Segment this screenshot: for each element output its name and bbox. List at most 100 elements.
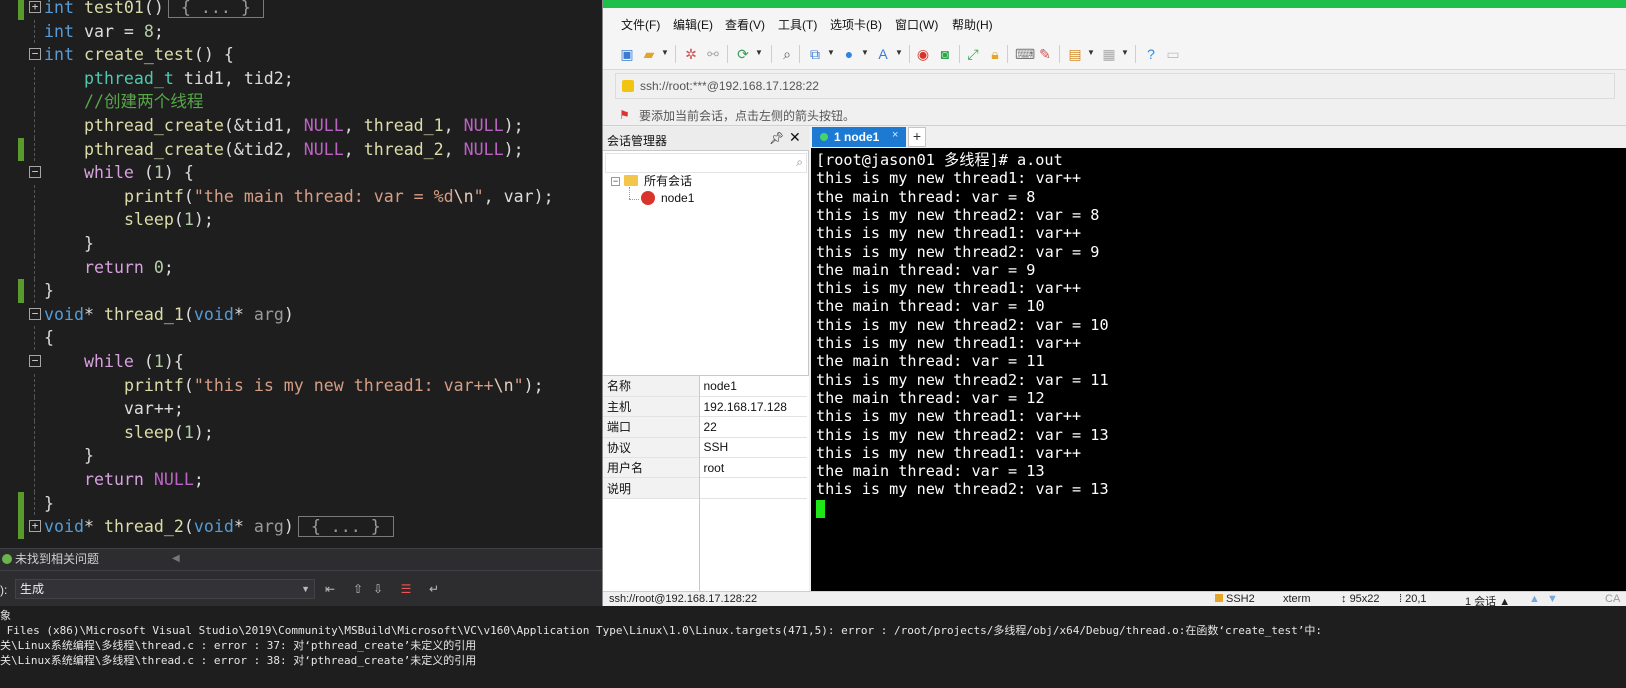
collapse-icon[interactable]: − xyxy=(611,177,620,186)
code-line[interactable]: sleep(1); xyxy=(0,420,602,445)
collapse-icon[interactable]: − xyxy=(29,48,41,61)
code-token: int xyxy=(44,0,84,17)
code-token: pthread_create xyxy=(83,116,224,135)
bookmark-arrow-icon[interactable]: ⚑ xyxy=(619,108,630,122)
code-line[interactable]: − void* thread_1(void* arg) xyxy=(0,303,602,327)
code-line[interactable]: } xyxy=(0,491,602,516)
chevron-down-icon[interactable]: ▼ xyxy=(755,48,763,57)
terminal[interactable]: [root@jason01 多线程]# a.out this is my new … xyxy=(811,148,1626,591)
arrow-down-icon[interactable]: ▼ xyxy=(1547,593,1558,605)
lock-icon[interactable]: 🔒︎ xyxy=(987,46,1003,62)
code-line[interactable]: pthread_create(&tid2, NULL, thread_2, NU… xyxy=(0,137,602,162)
code-line[interactable]: //创建两个线程 xyxy=(0,90,602,114)
code-token: ); xyxy=(503,139,524,159)
disconnect-icon[interactable]: ⚯ xyxy=(705,46,721,62)
arrow-up-icon[interactable]: ▲ xyxy=(1529,593,1540,605)
xshell-logo-icon[interactable]: ◉ xyxy=(915,46,931,62)
status-sessions[interactable]: 1 会话 ▲ xyxy=(1465,593,1510,606)
tab-node1[interactable]: 1 node1 × xyxy=(812,127,906,147)
output-source-select[interactable]: 生成 ▼ xyxy=(15,579,315,599)
code-token: * xyxy=(83,517,104,537)
address-bar[interactable]: ssh://root:***@192.168.17.128:22 xyxy=(615,73,1615,99)
menu-view[interactable]: 查看(V) xyxy=(725,16,765,33)
script-icon[interactable]: ✎ xyxy=(1037,46,1053,62)
keyboard-icon[interactable]: ⌨ xyxy=(1015,46,1035,62)
collapse-icon[interactable]: − xyxy=(29,307,41,320)
font-icon[interactable]: A xyxy=(875,46,891,62)
code-line[interactable]: } xyxy=(0,279,602,303)
fullscreen-icon[interactable]: ⤢ xyxy=(965,46,981,62)
code-line[interactable]: } xyxy=(0,444,602,468)
code-text: printf("this is my new thread1: var++\n"… xyxy=(44,374,544,398)
code-line[interactable]: var++; xyxy=(0,397,602,421)
add-tab-button[interactable]: + xyxy=(908,127,926,147)
code-line[interactable]: { xyxy=(0,326,602,350)
tab-close-icon[interactable]: × xyxy=(892,129,898,141)
collapsed-region[interactable]: { ... } xyxy=(297,516,394,538)
session-search-input[interactable]: ⌕ xyxy=(605,153,807,173)
tree-folder-all-sessions[interactable]: − 所有会话 xyxy=(611,172,692,189)
help-icon[interactable]: ? xyxy=(1143,46,1159,62)
chevron-down-icon[interactable]: ▼ xyxy=(895,48,903,57)
previous-message-icon[interactable]: ⇧ xyxy=(350,581,366,597)
code-editor[interactable]: + int test01(){ ... } int var = 8; − int cre… xyxy=(0,0,602,548)
code-line[interactable]: + void* thread_2(void* arg){ ... } xyxy=(0,515,602,539)
code-line[interactable]: return 0; xyxy=(0,255,602,280)
menu-window[interactable]: 窗口(W) xyxy=(895,16,938,33)
chevron-down-icon[interactable]: ▼ xyxy=(661,48,669,57)
next-message-icon[interactable]: ⇩ xyxy=(370,581,386,597)
code-token: void xyxy=(193,304,234,324)
code-line[interactable]: return NULL; xyxy=(0,468,602,492)
transfer-icon[interactable]: ⧉ xyxy=(807,46,823,62)
menu-help[interactable]: 帮助(H) xyxy=(952,16,993,33)
goto-error-icon[interactable]: ⇤ xyxy=(322,581,338,597)
pin-icon[interactable]: 📌︎ xyxy=(769,131,784,145)
chevron-down-icon[interactable]: ▼ xyxy=(861,48,869,57)
menu-file[interactable]: 文件(F) xyxy=(621,16,660,33)
expand-icon[interactable]: + xyxy=(29,520,41,533)
code-line[interactable]: } xyxy=(0,232,602,256)
collapse-icon[interactable]: − xyxy=(29,355,41,367)
chevron-down-icon[interactable]: ▼ xyxy=(1121,48,1129,57)
compose-icon[interactable]: ▤ xyxy=(1067,46,1083,62)
code-line[interactable]: pthread_create(&tid1, NULL, thread_1, NU… xyxy=(0,114,602,138)
code-line[interactable]: int var = 8; xyxy=(0,19,602,44)
tree-session-node1[interactable]: node1 xyxy=(641,191,694,205)
menu-edit[interactable]: 编辑(E) xyxy=(673,16,713,33)
chevron-down-icon[interactable]: ▼ xyxy=(827,48,835,57)
collapse-icon[interactable]: − xyxy=(29,166,41,179)
toolbar-separator xyxy=(1059,45,1060,63)
code-line[interactable]: − int create_test() { xyxy=(0,43,602,67)
code-line[interactable]: pthread_t tid1, tid2; xyxy=(0,66,602,91)
chevron-down-icon[interactable]: ▼ xyxy=(1087,48,1095,57)
code-token: ( xyxy=(183,375,194,395)
open-folder-icon[interactable]: ▰ xyxy=(641,46,657,62)
search-icon[interactable]: ⌕ xyxy=(779,46,795,62)
xftp-icon[interactable]: ◙ xyxy=(937,46,953,62)
reconnect-icon[interactable]: ⟳ xyxy=(735,46,751,62)
terminal-line: the main thread: var = 9 xyxy=(816,260,1036,279)
collapsed-region[interactable]: { ... } xyxy=(167,0,264,18)
globe-icon[interactable]: ● xyxy=(841,46,857,62)
change-marker xyxy=(18,491,24,516)
layout-icon[interactable]: ▦ xyxy=(1101,46,1117,62)
code-line[interactable]: + int test01(){ ... } xyxy=(0,0,602,20)
new-session-icon[interactable]: ▣ xyxy=(619,46,635,62)
scroll-left-icon[interactable]: ◀ xyxy=(172,549,180,569)
property-key: 说明 xyxy=(603,477,700,499)
connect-icon[interactable]: ✲ xyxy=(683,46,699,62)
code-line[interactable]: − while (1) { xyxy=(0,161,602,185)
hint-text: 要添加当前会话，点击左侧的箭头按钮。 xyxy=(639,109,856,123)
code-line[interactable]: printf("the main thread: var = %d\n", va… xyxy=(0,184,602,209)
code-line[interactable]: − while (1){ xyxy=(0,350,602,374)
chat-icon[interactable]: ▭ xyxy=(1165,46,1181,62)
code-line[interactable]: printf("this is my new thread1: var++\n"… xyxy=(0,373,602,398)
menu-tabs[interactable]: 选项卡(B) xyxy=(830,16,882,33)
expand-icon[interactable]: + xyxy=(29,1,41,13)
close-icon[interactable]: ✕ xyxy=(789,129,801,146)
clear-all-icon[interactable]: ☰ xyxy=(398,581,414,597)
code-line[interactable]: sleep(1); xyxy=(0,208,602,232)
menu-tools[interactable]: 工具(T) xyxy=(778,16,817,33)
word-wrap-icon[interactable]: ↵ xyxy=(426,581,442,597)
